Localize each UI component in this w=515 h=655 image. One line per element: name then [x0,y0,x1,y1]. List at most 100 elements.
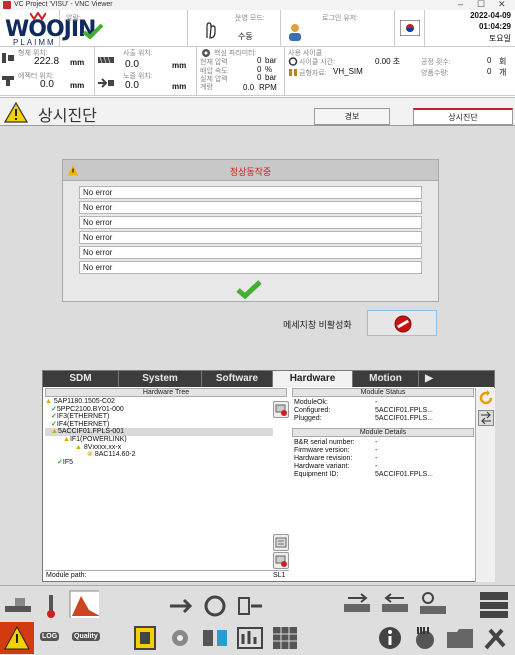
mold-label: 금형자료: [299,70,327,77]
tab-scroll-right[interactable]: ▶ [419,371,439,387]
module-delete-button[interactable] [273,552,289,569]
remove-module-button[interactable] [273,401,289,418]
date-text: 2022-04-09 [470,11,511,20]
tab-sdm[interactable]: SDM [43,371,119,387]
shot-count-value: 0 [487,56,492,65]
status-header: WOOJIN PLAIMM 알람: 운영 모드: 수동 로그인 유저: 2022… [0,10,515,98]
injection-unit-icon[interactable] [378,590,408,618]
io-monitor-icon[interactable] [235,624,265,652]
injection-graph-icon[interactable] [69,590,99,618]
language-cell[interactable] [395,10,425,47]
good-count-value: 0 [487,67,492,76]
tree-node-selected[interactable]: ▲5ACCIF01.FPLS-001 [45,428,273,436]
module-details-header: Module Details [292,428,474,437]
user-icon [289,24,301,41]
close-button[interactable]: ✕ [498,0,506,10]
screw-pos-label: 사출 위치: [123,50,153,57]
tab-motion[interactable]: Motion [353,371,419,387]
refresh-icon[interactable] [478,390,494,406]
ejector-forward-icon[interactable] [165,592,195,620]
dialog-ok-check-icon[interactable] [235,279,263,299]
bottom-toolbar: LOG Quality [0,585,515,655]
tree-node[interactable]: ✓IF5 [45,459,273,467]
module-list-button[interactable] [273,534,289,551]
maximize-button[interactable]: ☐ [477,0,485,10]
tab-software[interactable]: Software [202,371,273,387]
datetime-cell: 2022-04-09 01:04:29 토요일 [425,10,515,47]
good-count-unit: 개 [499,68,507,77]
good-count-label: 양품수량: [421,70,449,77]
folder-icon[interactable] [445,624,475,652]
eject-pos-value: 0.0 [40,79,54,90]
tree-node[interactable]: ⊗ 8AC114.60-2 [45,451,273,459]
prohibit-icon [394,315,412,333]
quality-button[interactable]: Quality [70,624,106,652]
p1-unit: bar [265,56,277,65]
tree-node[interactable]: ▲IF1(POWERLINK) [45,436,273,444]
tree-node[interactable]: ✓IF3(ETHERNET) [45,413,273,421]
mold-value: VH_SIM [333,67,363,76]
module-path-value: SL1 [273,572,286,579]
weekday-text: 토요일 [488,34,511,43]
swap-icon[interactable] [478,410,494,426]
tree-node-label: 8Vxxxx.xx-x [83,443,122,451]
detail-key: Equipment ID: [294,471,339,478]
status-value: - [375,399,378,406]
screw-pos-unit: mm [172,61,187,70]
alarm-menu-button[interactable] [0,622,34,654]
log-label: LOG [40,632,60,641]
document-icon[interactable] [130,624,160,652]
login-cell[interactable]: 로그인 유저: [281,10,395,47]
tab-hardware[interactable]: Hardware [273,371,353,387]
transfer-icon[interactable] [200,624,230,652]
tree-node[interactable]: ▲ 5AP1180.1505-C02 [45,398,273,406]
tab-alarm[interactable]: 경보 [314,108,390,125]
cycle-time-value: 0.00 초 [375,57,401,66]
window-titlebar: VC Project 'VISU' - VNC Viewer – ☐ ✕ [0,0,515,10]
position-cell-middle: 사출 위치: 0.0 mm 노즐 위치: 0.0 mm [95,47,197,96]
module-path-label: Module path: [46,572,87,579]
tree-node[interactable]: ✓5PPC2100.BY01-000 [45,406,273,414]
p4-unit: RPM [259,83,277,92]
window-title: VC Project 'VISU' - VNC Viewer [14,1,113,8]
settings-gear-icon[interactable] [165,624,195,652]
mold-icon [289,69,297,76]
warning-icon: ▲ [51,428,58,436]
mold-clamp-icon[interactable] [3,592,33,620]
status-dialog: 정상동작중 No error No error No error No erro… [62,159,439,302]
nozzle-forward-icon[interactable] [340,590,370,618]
p4-label: 계량 [200,84,213,91]
info-icon[interactable] [375,624,405,652]
screw-rotate-icon[interactable] [416,590,446,618]
tree-node[interactable]: ▲ 8Vxxxx.xx-x [45,444,273,452]
minimize-button[interactable]: – [458,0,463,9]
tab-system[interactable]: System [119,371,202,387]
barcode-gear-icon[interactable] [410,624,440,652]
temperature-icon[interactable] [36,592,66,620]
status-key: ModuleOk: [294,399,328,406]
detail-value: - [375,455,378,462]
hardware-tree[interactable]: ▲ 5AP1180.1505-C02 ✓5PPC2100.BY01-000 ✓I… [45,398,273,570]
rotate-icon[interactable] [200,592,230,620]
grid-menu-icon[interactable] [478,590,508,618]
tools-icon[interactable] [480,624,510,652]
core-pull-icon[interactable] [235,592,265,620]
module-remove-icon [275,404,287,416]
alarm-cell[interactable]: 알람: [60,10,188,47]
message-disable-label: 메세지창 비활성화 [283,320,352,330]
keypad-icon[interactable] [270,624,300,652]
status-value: 5ACCIF01.FPLS... [375,415,433,422]
detail-key: Firmware version: [294,447,350,454]
tree-node[interactable]: ✓IF4(ETHERNET) [45,421,273,429]
tree-node-label: IF4(ETHERNET) [56,420,110,428]
page-title: 상시진단 [38,108,97,125]
tab-diagnostics[interactable]: 상시진단 [413,108,513,125]
op-mode-cell[interactable]: 운영 모드: 수동 [188,10,281,47]
shot-count-unit: 회 [499,57,507,66]
message-disable-button[interactable] [367,310,437,336]
warning-icon: ▲ [75,443,82,451]
tree-node-label: IF5 [62,458,73,466]
log-button[interactable]: LOG [37,624,67,652]
quality-label: Quality [72,632,100,641]
korea-flag-icon[interactable] [400,20,420,36]
